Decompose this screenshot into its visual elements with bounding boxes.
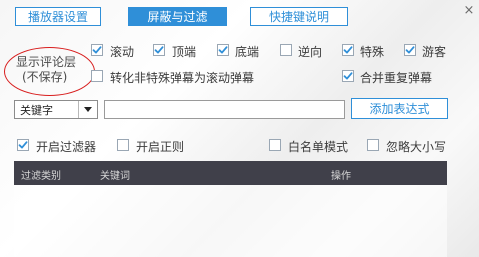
checkbox-convert-to-scroll[interactable] (91, 70, 103, 82)
checkbox-enable-filter[interactable] (17, 139, 29, 151)
check-icon (343, 46, 353, 54)
check-icon (405, 46, 415, 54)
filter-type-value: 关键字 (20, 103, 53, 117)
label-convert-to-scroll: 转化非特殊弹幕为滚动弹幕 (110, 71, 255, 85)
filter-table-header: 过滤类别 关键词 操作 (14, 161, 447, 185)
column-header-keyword: 关键词 (100, 171, 130, 182)
close-icon[interactable]: × (462, 4, 476, 18)
checkbox-enable-regex[interactable] (117, 139, 129, 151)
label-bottom: 底端 (235, 45, 260, 59)
checkbox-special[interactable] (342, 44, 354, 56)
filter-table-body (14, 185, 447, 257)
label-scroll: 滚动 (110, 45, 135, 59)
layer-label-line2: (不保存) (22, 70, 68, 84)
check-icon (92, 46, 102, 54)
checkbox-merge-duplicates[interactable] (342, 70, 354, 82)
label-ignore-case: 忽略大小写 (386, 140, 447, 154)
column-header-category: 过滤类别 (21, 171, 61, 182)
check-icon (18, 141, 28, 149)
checkbox-whitelist-mode[interactable] (269, 139, 281, 151)
label-top: 顶端 (172, 45, 197, 59)
checkbox-reverse[interactable] (280, 44, 292, 56)
label-special: 特殊 (360, 45, 385, 59)
check-icon (218, 46, 228, 54)
checkbox-scroll[interactable] (91, 44, 103, 56)
checkbox-guest[interactable] (404, 44, 416, 56)
label-reverse: 逆向 (298, 45, 323, 59)
label-enable-regex: 开启正则 (136, 140, 185, 154)
checkbox-top[interactable] (153, 44, 165, 56)
column-header-actions: 操作 (331, 171, 351, 182)
filter-type-select[interactable]: 关键字 (14, 100, 98, 119)
check-icon (343, 72, 353, 80)
tab-block-filter[interactable]: 屏蔽与过滤 (128, 7, 227, 26)
tab-shortcuts[interactable]: 快捷键说明 (250, 7, 348, 26)
label-enable-filter: 开启过滤器 (36, 140, 97, 154)
add-expression-button[interactable]: 添加表达式 (351, 98, 448, 119)
label-whitelist-mode: 白名单模式 (288, 140, 349, 154)
tab-player-settings[interactable]: 播放器设置 (15, 7, 101, 26)
check-icon (154, 46, 164, 54)
checkbox-bottom[interactable] (217, 44, 229, 56)
chevron-down-icon[interactable] (78, 101, 97, 118)
label-merge-duplicates: 合并重复弹幕 (360, 71, 433, 85)
label-guest: 游客 (422, 45, 447, 59)
filter-expression-input[interactable] (104, 100, 345, 119)
checkbox-ignore-case[interactable] (367, 139, 379, 151)
